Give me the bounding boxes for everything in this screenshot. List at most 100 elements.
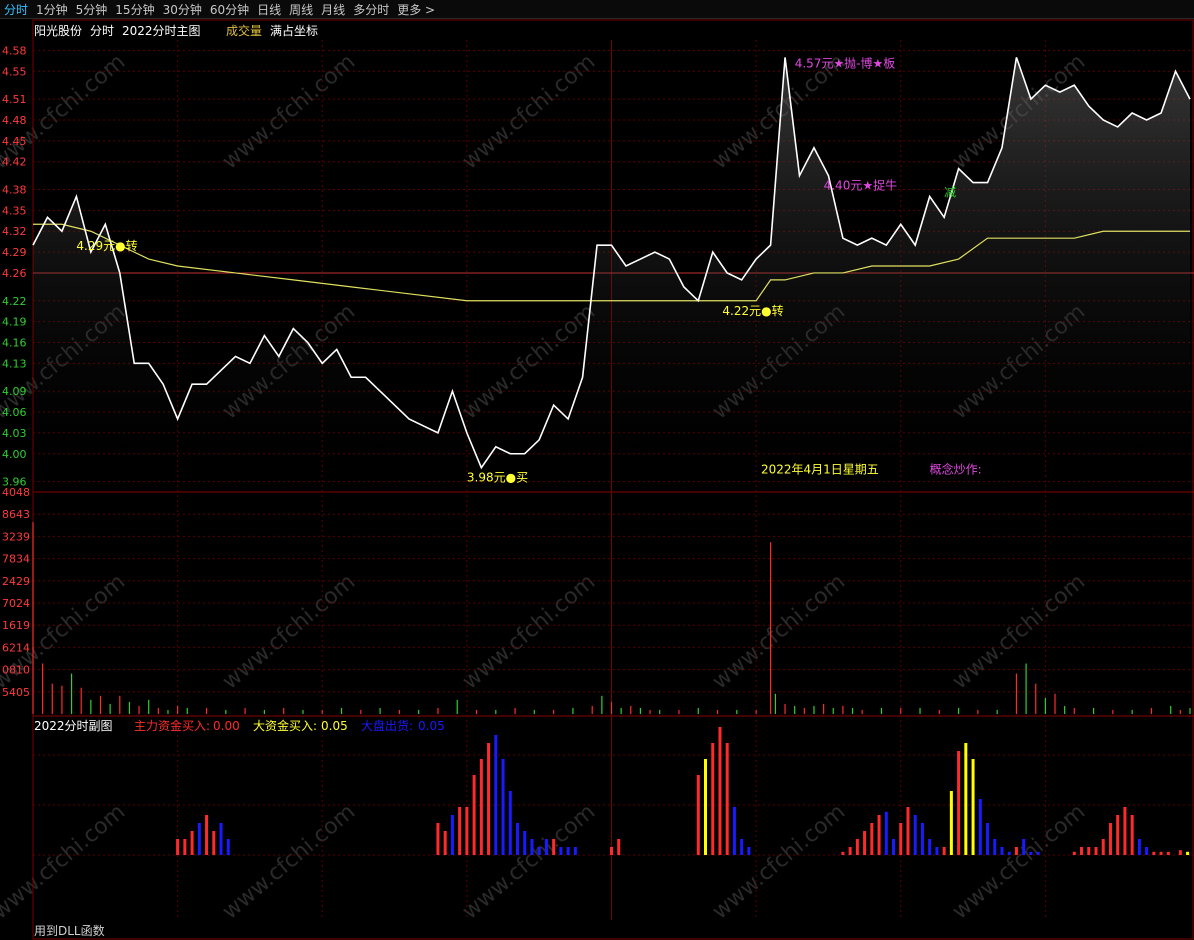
price-axis-tick: 4.35 [2, 204, 27, 217]
sub-indicator-bar [573, 847, 577, 855]
volume-axis-tick: 3239 [2, 530, 30, 543]
sub-indicator-bar [892, 839, 896, 855]
sub-indicator-bar [1080, 847, 1084, 855]
volume-axis-tick: 4048 [2, 486, 30, 499]
sub-indicator-bar [957, 751, 961, 855]
sub-indicator-bar [443, 831, 447, 855]
sub-indicator-bar [1000, 847, 1004, 855]
sub-indicator-bar [913, 815, 917, 855]
sub-indicator-bar [617, 839, 621, 855]
volume-axis-tick: 2429 [2, 575, 30, 588]
sub-indicator-bar [964, 743, 968, 855]
price-axis-tick: 4.48 [2, 114, 27, 127]
watermark-text: www.cfchi.com [708, 799, 850, 924]
sub-chart-footer: 用到DLL函数 [34, 923, 105, 938]
watermark-text: www.cfchi.com [218, 569, 360, 694]
watermark-text: www.cfchi.com [948, 799, 1090, 924]
sub-indicator-bar [494, 735, 498, 855]
sub-indicator-bar [1029, 851, 1033, 855]
sub-indicator-bar [530, 839, 534, 855]
sub-indicator-bar [1123, 807, 1127, 855]
watermark-text: www.cfchi.com [458, 799, 600, 924]
main-chart-title-part: 阳光股份 [34, 24, 82, 38]
sub-indicator-bar [1007, 851, 1011, 855]
watermark-text: www.cfchi.com [458, 569, 600, 694]
sub-indicator-bar [993, 839, 997, 855]
sub-indicator-bar [1108, 823, 1112, 855]
sub-indicator-bar [212, 831, 216, 855]
sub-indicator-bar [458, 807, 462, 855]
sub-indicator-bar [1166, 851, 1170, 855]
sub-legend-value: 0.05 [321, 719, 348, 733]
sub-indicator-bar [559, 847, 563, 855]
price-axis-tick: 4.55 [2, 65, 27, 78]
sub-indicator-bar [978, 799, 982, 855]
sub-indicator-bar [501, 759, 505, 855]
sub-indicator-bar [870, 823, 874, 855]
price-axis-tick: 4.29 [2, 246, 27, 259]
price-axis-tick: 4.03 [2, 427, 27, 440]
watermark-text: www.cfchi.com [948, 569, 1090, 694]
sub-indicator-bar [1116, 815, 1120, 855]
sub-indicator-bar [190, 831, 194, 855]
sub-indicator-bar [877, 815, 881, 855]
price-annotation: 3.98元●买 [467, 471, 528, 485]
sub-indicator-bar [1022, 839, 1026, 855]
price-axis-tick: 4.45 [2, 135, 27, 148]
sub-indicator-bar [899, 823, 903, 855]
price-axis-tick: 4.00 [2, 448, 27, 461]
price-axis-tick: 4.22 [2, 295, 27, 308]
sub-indicator-bar [1101, 839, 1105, 855]
main-chart-title-part: 分时 [90, 24, 114, 38]
sub-indicator-bar [552, 839, 556, 855]
watermark-text: www.cfchi.com [458, 49, 600, 174]
sub-indicator-bar [971, 759, 975, 855]
sub-indicator-bar [219, 823, 223, 855]
sub-indicator-bar [848, 847, 852, 855]
watermark-text: www.cfchi.com [708, 569, 850, 694]
volume-axis-tick: 1619 [2, 619, 30, 632]
price-axis-tick: 4.19 [2, 316, 27, 329]
sub-indicator-bar [523, 831, 527, 855]
sub-indicator-bar [183, 839, 187, 855]
sub-indicator-bar [1036, 851, 1040, 855]
main-chart-title-part: 2022分时主图 [122, 24, 201, 38]
sub-indicator-bar [508, 791, 512, 855]
sub-indicator-bar [1178, 850, 1182, 855]
sub-indicator-bar [1186, 851, 1190, 855]
sub-legend-value: 0.05 [418, 719, 445, 733]
price-axis-tick: 4.16 [2, 336, 27, 349]
volume-axis-tick: 8643 [2, 508, 30, 521]
sub-indicator-bar [747, 847, 751, 855]
volume-axis-tick: 6214 [2, 641, 30, 654]
watermark-text: www.cfchi.com [218, 799, 360, 924]
price-annotation: 4.22元●转 [722, 303, 783, 318]
sub-indicator-bar [566, 847, 570, 855]
sub-indicator-bar [704, 759, 708, 855]
sub-indicator-bar [718, 727, 722, 855]
sub-indicator-bar [205, 815, 209, 855]
price-annotation: 概念炒作: [930, 462, 982, 477]
sub-indicator-bar [176, 839, 180, 855]
sub-indicator-bar [1152, 851, 1156, 855]
price-axis-tick: 4.13 [2, 357, 27, 370]
sub-indicator-bar [1159, 851, 1163, 855]
sub-indicator-bar [863, 831, 867, 855]
sub-indicator-bar [732, 807, 736, 855]
watermark-text: www.cfchi.com [0, 799, 130, 924]
sub-indicator-bar [711, 743, 715, 855]
sub-indicator-bar [515, 823, 519, 855]
sub-chart-title: 2022分时副图 [34, 719, 113, 733]
sub-indicator-bar [479, 759, 483, 855]
sub-legend-label: 大盘出货: [361, 718, 413, 733]
sub-indicator-bar [472, 775, 476, 855]
sub-indicator-bar [855, 839, 859, 855]
sub-indicator-bar [1094, 847, 1098, 855]
sub-indicator-bar [1145, 847, 1149, 855]
price-axis-tick: 4.26 [2, 267, 27, 280]
sub-indicator-bar [1014, 847, 1018, 855]
price-axis-tick: 4.32 [2, 225, 27, 238]
sub-indicator-bar [197, 823, 201, 855]
chart-canvas: www.cfchi.com www.cfchi.com www.cfchi.com w… [0, 19, 1194, 940]
price-annotation: 4.40元★捉牛 [824, 178, 897, 193]
